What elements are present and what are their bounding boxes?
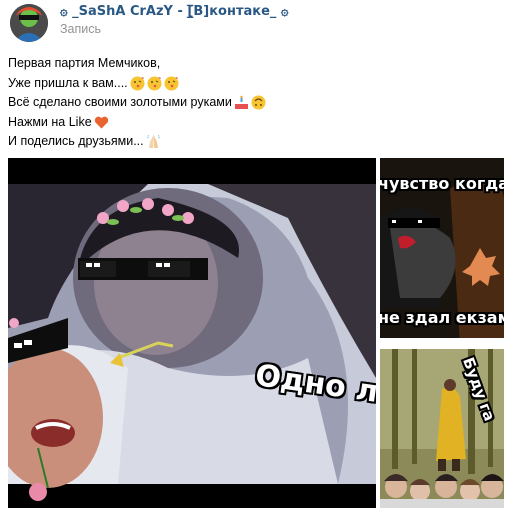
post-line-4-text: Нажми на Like [8, 114, 92, 129]
cake-emoji-icon [234, 95, 249, 110]
praying-hands-icon [146, 134, 161, 149]
post-header: ۞ _SaShA CrAzY - [̲̅В]контаке_ ۞ Запись [0, 0, 515, 48]
post-line-2-text: Уже пришла к вам.... [8, 75, 128, 90]
post-line-5: И поделись друзьями... [8, 132, 508, 152]
post-line-3-text: Всё сделано своими золотыми руками [8, 95, 232, 109]
avatar[interactable] [10, 4, 48, 42]
post-line-4: Нажми на Like [8, 113, 508, 133]
post-line-1: Первая партия Мемчиков, [8, 54, 508, 74]
meme-photo-top-right[interactable]: чувство когда не здал екзаме [380, 158, 504, 345]
post-type-label: Запись [60, 22, 102, 36]
heart-icon [94, 115, 109, 130]
upside-down-face-emoji-icon [251, 95, 266, 110]
main-meme-photo[interactable]: Одно л [8, 158, 376, 508]
post-author-link[interactable]: ۞ _SaShA CrAzY - [̲̅В]контаке_ ۞ [60, 4, 289, 19]
post-line-5-text: И поделись друзьями... [8, 134, 144, 148]
post-line-2: Уже пришла к вам.... [8, 74, 508, 94]
kiss-emoji-icon [164, 76, 179, 91]
post-line-3: Всё сделано своими золотыми руками [8, 93, 508, 113]
meme-photo-bottom-right[interactable]: Буду га [380, 349, 504, 508]
top-right-caption-bottom: не здал екзаме [380, 308, 504, 327]
top-right-caption-top: чувство когда [380, 174, 504, 193]
kiss-emoji-icon [130, 76, 145, 91]
post-line-1-text: Первая партия Мемчиков, [8, 56, 161, 70]
kiss-emoji-icon [147, 76, 162, 91]
post-text: Первая партия Мемчиков, Уже пришла к вам… [8, 54, 508, 152]
